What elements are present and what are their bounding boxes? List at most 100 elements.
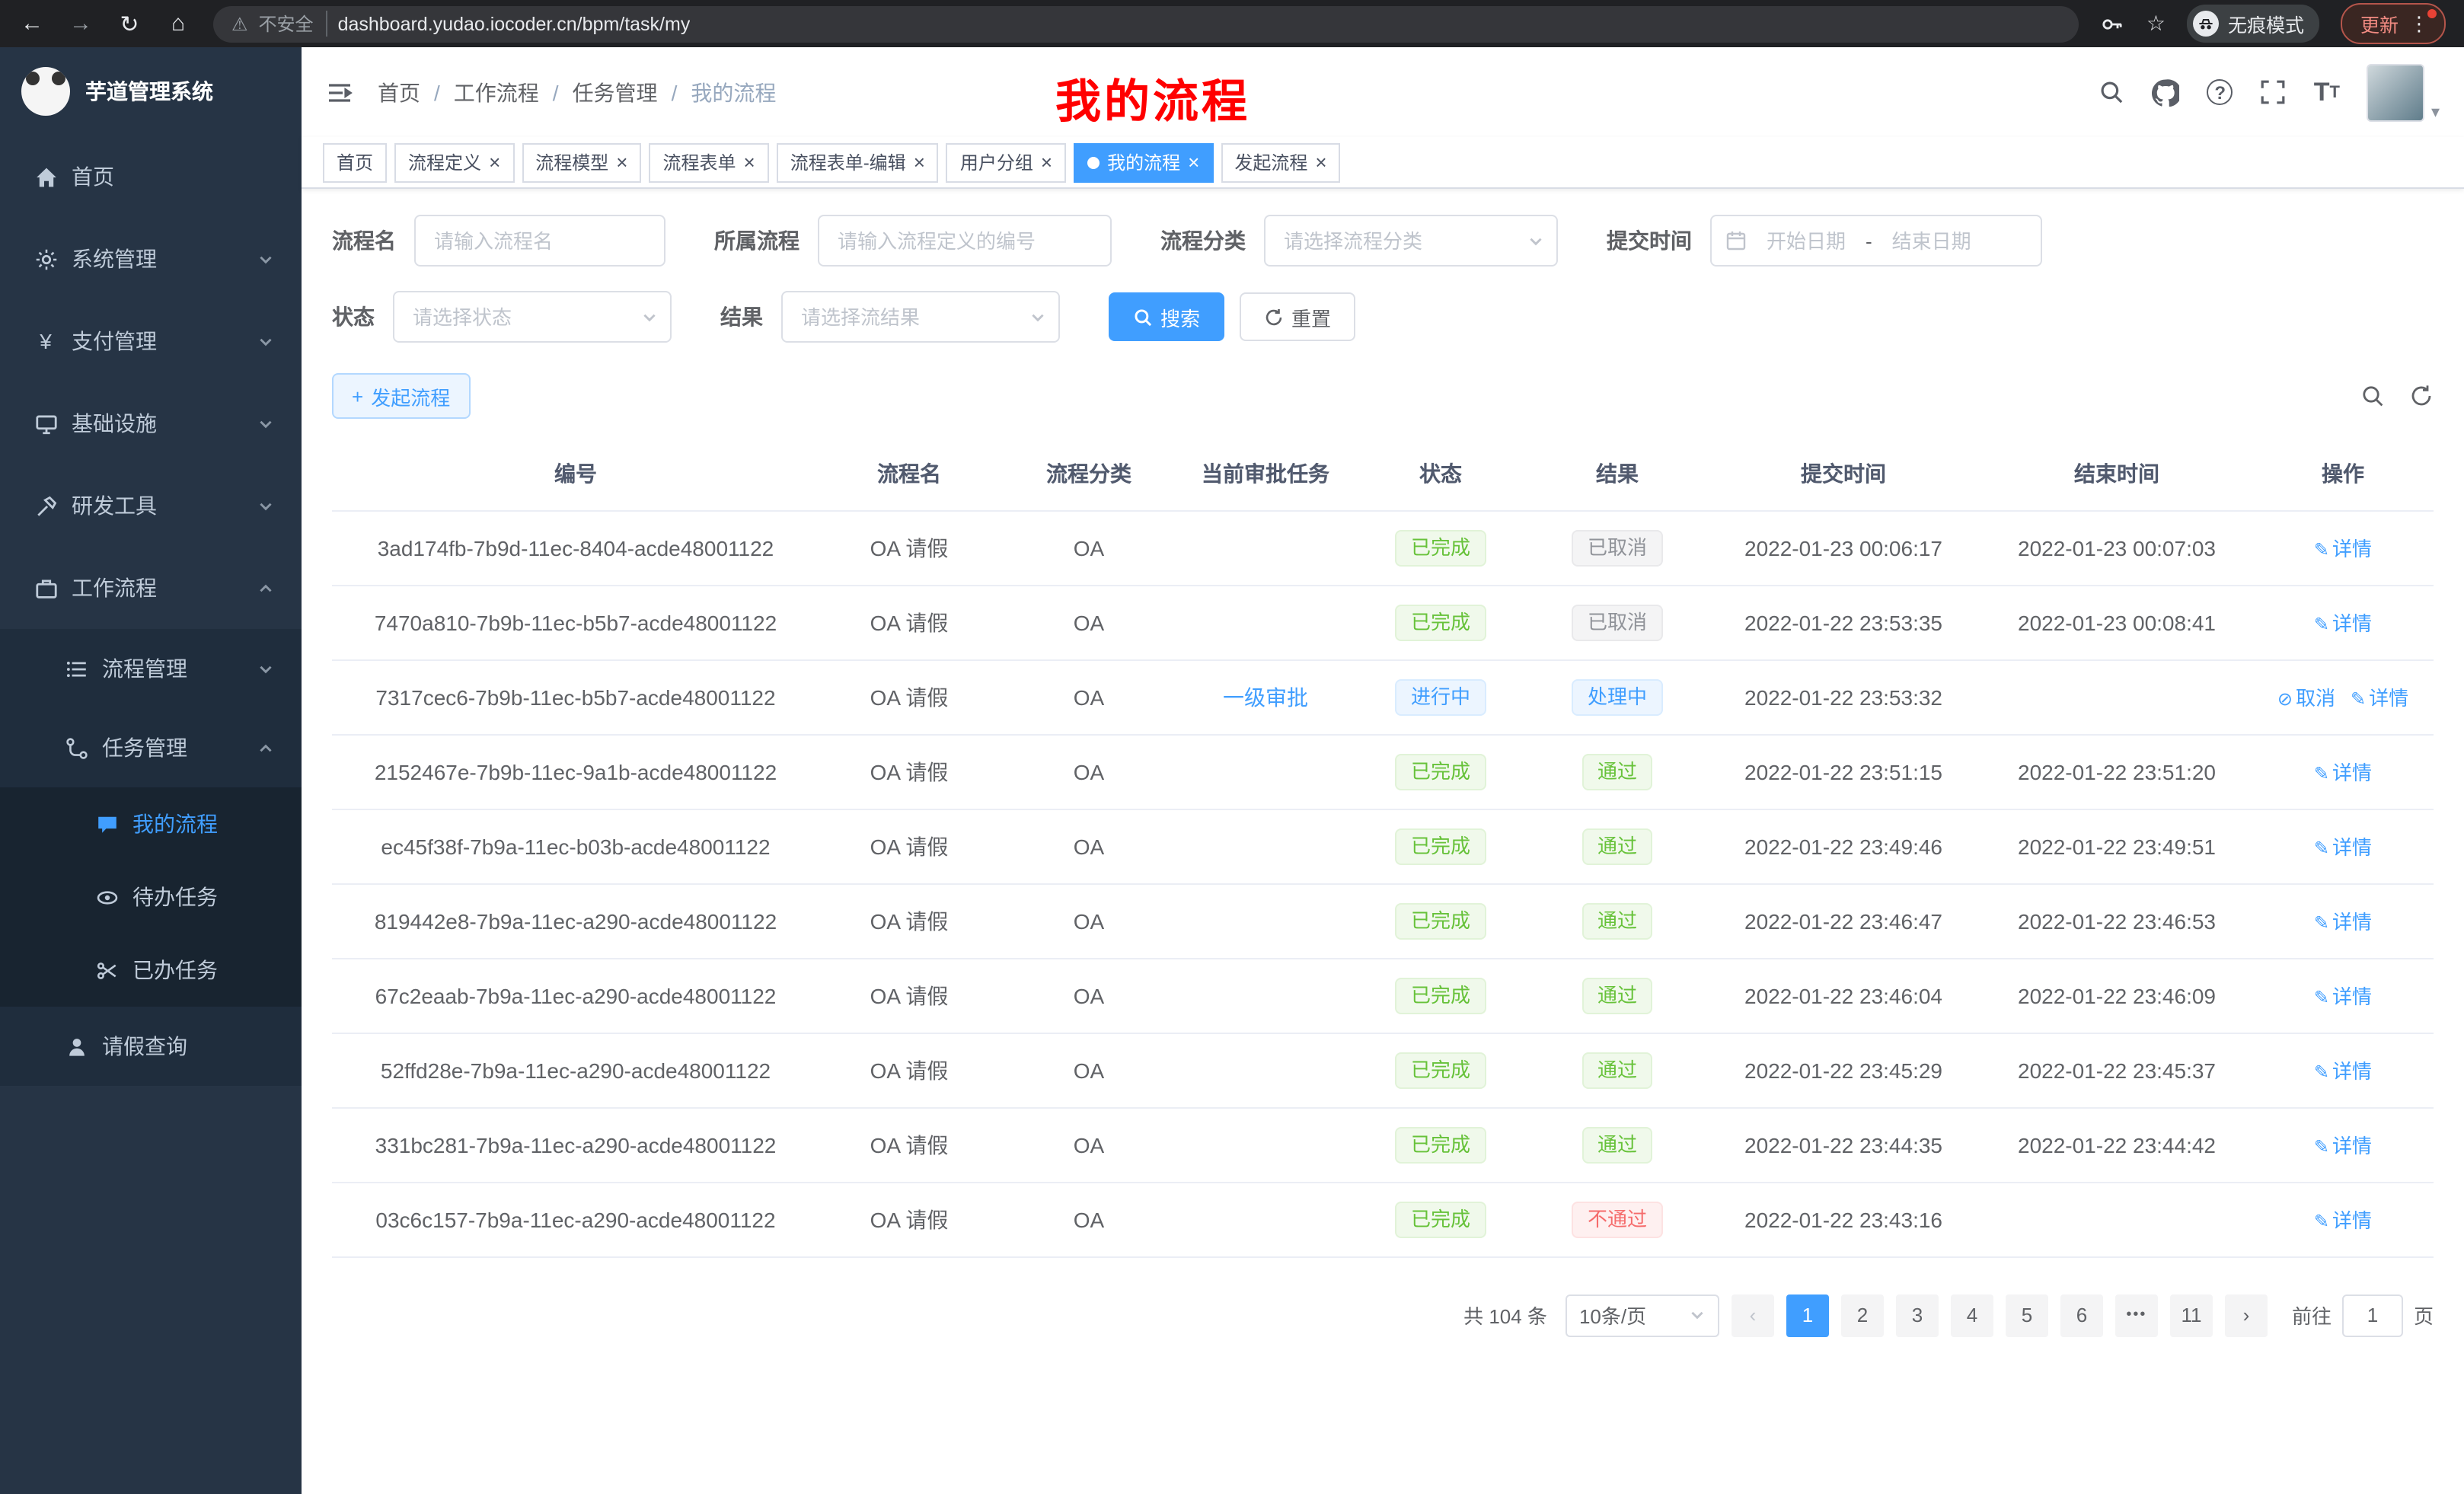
- sidebar-item-my-process[interactable]: 我的流程: [0, 787, 302, 860]
- cancel-action-link[interactable]: ⊘取消: [2277, 687, 2335, 710]
- browser-address-bar[interactable]: ⚠ 不安全 dashboard.yudao.iocoder.cn/bpm/tas…: [213, 5, 2079, 42]
- cell-status: 进行中: [1352, 659, 1529, 734]
- start-date-input[interactable]: [1756, 229, 1856, 252]
- sidebar-toggle-icon[interactable]: [326, 78, 353, 106]
- category-select[interactable]: [1264, 215, 1558, 267]
- tab-close-icon[interactable]: ×: [1188, 152, 1199, 172]
- browser-back-icon[interactable]: ←: [18, 11, 46, 37]
- process-name-input[interactable]: [414, 215, 665, 267]
- detail-action-link[interactable]: ✎详情: [2314, 1209, 2372, 1232]
- detail-action-link[interactable]: ✎详情: [2314, 1060, 2372, 1083]
- tab-item[interactable]: 流程定义×: [394, 142, 514, 182]
- tab-close-icon[interactable]: ×: [1315, 152, 1326, 172]
- status-select[interactable]: [393, 291, 672, 343]
- tab-close-icon[interactable]: ×: [914, 152, 925, 172]
- cell-id: 52ffd28e-7b9a-11ec-a290-acde48001122: [332, 1033, 819, 1107]
- update-button[interactable]: 更新 ⋮: [2341, 3, 2446, 44]
- sidebar-item-devtools[interactable]: 研发工具: [0, 464, 302, 547]
- sidebar-item-payment[interactable]: ¥ 支付管理: [0, 300, 302, 382]
- detail-action-link[interactable]: ✎详情: [2314, 1135, 2372, 1157]
- reset-button[interactable]: 重置: [1240, 292, 1355, 341]
- end-date-input[interactable]: [1882, 229, 1982, 252]
- cell-submit-time: 2022-01-22 23:51:15: [1706, 734, 1981, 809]
- tab-close-icon[interactable]: ×: [616, 152, 627, 172]
- prev-page-button[interactable]: ‹: [1732, 1294, 1774, 1336]
- fullscreen-icon[interactable]: [2261, 79, 2287, 105]
- refresh-icon[interactable]: [2409, 384, 2434, 408]
- detail-action-link[interactable]: ✎详情: [2314, 911, 2372, 934]
- detail-action-link[interactable]: ✎详情: [2351, 687, 2408, 710]
- current-task-link[interactable]: 一级审批: [1223, 685, 1308, 709]
- breadcrumb-item[interactable]: 任务管理: [573, 77, 658, 107]
- page-button[interactable]: 6: [2060, 1294, 2103, 1336]
- breadcrumb-item[interactable]: 首页: [378, 77, 420, 107]
- github-icon[interactable]: [2153, 78, 2180, 106]
- result-select[interactable]: [781, 291, 1060, 343]
- browser-reload-icon[interactable]: ↻: [116, 10, 143, 37]
- search-icon[interactable]: [2099, 79, 2125, 105]
- cell-process-name: OA 请假: [819, 510, 999, 585]
- app-logo-bar[interactable]: 芋道管理系统: [0, 47, 302, 136]
- sidebar-item-workflow[interactable]: 工作流程: [0, 547, 302, 629]
- detail-action-link[interactable]: ✎详情: [2314, 761, 2372, 784]
- page-button[interactable]: 5: [2006, 1294, 2048, 1336]
- breadcrumb-item[interactable]: 工作流程: [454, 77, 539, 107]
- process-id-input[interactable]: [818, 215, 1112, 267]
- font-size-icon[interactable]: TT: [2314, 77, 2340, 107]
- goto-page-input[interactable]: [2342, 1294, 2403, 1336]
- create-process-button[interactable]: + 发起流程: [332, 373, 470, 419]
- cell-id: 67c2eaab-7b9a-11ec-a290-acde48001122: [332, 958, 819, 1033]
- page-button[interactable]: 4: [1951, 1294, 1993, 1336]
- sidebar-item-label: 研发工具: [72, 490, 157, 521]
- browser-forward-icon[interactable]: →: [67, 11, 94, 37]
- search-button[interactable]: 搜索: [1109, 292, 1224, 341]
- detail-action-link[interactable]: ✎详情: [2314, 836, 2372, 859]
- tab-item[interactable]: 首页: [323, 142, 387, 182]
- page-size-select[interactable]: 10条/页: [1566, 1294, 1719, 1336]
- sidebar-item-todo-tasks[interactable]: 待办任务: [0, 860, 302, 934]
- page-button[interactable]: 3: [1896, 1294, 1939, 1336]
- search-button-label: 搜索: [1160, 302, 1200, 331]
- tab-active[interactable]: 我的流程 ×: [1074, 142, 1213, 182]
- sidebar-item-process-management[interactable]: 流程管理: [0, 629, 302, 708]
- browser-home-icon[interactable]: ⌂: [164, 11, 192, 37]
- sidebar-item-task-management[interactable]: 任务管理: [0, 708, 302, 787]
- user-menu[interactable]: ▾: [2367, 63, 2440, 121]
- next-page-button[interactable]: ›: [2225, 1294, 2268, 1336]
- bookmark-star-icon[interactable]: ☆: [2146, 11, 2166, 37]
- cell-current-task: [1179, 510, 1352, 585]
- cell-category: OA: [999, 958, 1179, 1033]
- tab-close-icon[interactable]: ×: [1041, 152, 1052, 172]
- password-key-icon[interactable]: [2101, 11, 2125, 36]
- tab-close-icon[interactable]: ×: [489, 152, 500, 172]
- page-button[interactable]: 2: [1841, 1294, 1884, 1336]
- sidebar-item-system[interactable]: 系统管理: [0, 218, 302, 300]
- toggle-search-icon[interactable]: [2360, 384, 2385, 408]
- sidebar-item-home[interactable]: 首页: [0, 136, 302, 218]
- tab-item[interactable]: 流程表单-编辑×: [777, 142, 939, 182]
- sidebar-item-infrastructure[interactable]: 基础设施: [0, 382, 302, 464]
- page-button[interactable]: 1: [1786, 1294, 1829, 1336]
- detail-action-link[interactable]: ✎详情: [2314, 985, 2372, 1008]
- cell-category: OA: [999, 1107, 1179, 1182]
- tab-close-icon[interactable]: ×: [744, 152, 755, 172]
- page-header: 首页 / 工作流程 / 任务管理 / 我的流程 我的流程 ?: [302, 47, 2464, 137]
- browser-menu-icon[interactable]: ⋮: [2409, 11, 2432, 36]
- tab-item[interactable]: 流程模型×: [522, 142, 641, 182]
- sidebar-item-leave-query[interactable]: 请假查询: [0, 1007, 302, 1086]
- tab-item[interactable]: 发起流程×: [1221, 142, 1340, 182]
- tab-item[interactable]: 流程表单×: [649, 142, 768, 182]
- cell-result: 通过: [1529, 883, 1706, 958]
- page-more-button[interactable]: •••: [2115, 1294, 2158, 1336]
- detail-action-link[interactable]: ✎详情: [2314, 538, 2372, 560]
- page-button[interactable]: 11: [2170, 1294, 2213, 1336]
- action-label: 详情: [2332, 761, 2372, 784]
- help-icon[interactable]: ?: [2207, 79, 2233, 105]
- tab-label: 我的流程: [1107, 149, 1180, 175]
- cell-category: OA: [999, 1182, 1179, 1256]
- cell-current-task: [1179, 1033, 1352, 1107]
- sidebar-item-done-tasks[interactable]: 已办任务: [0, 934, 302, 1007]
- date-range-picker[interactable]: -: [1710, 215, 2042, 267]
- tab-item[interactable]: 用户分组×: [946, 142, 1066, 182]
- detail-action-link[interactable]: ✎详情: [2314, 612, 2372, 635]
